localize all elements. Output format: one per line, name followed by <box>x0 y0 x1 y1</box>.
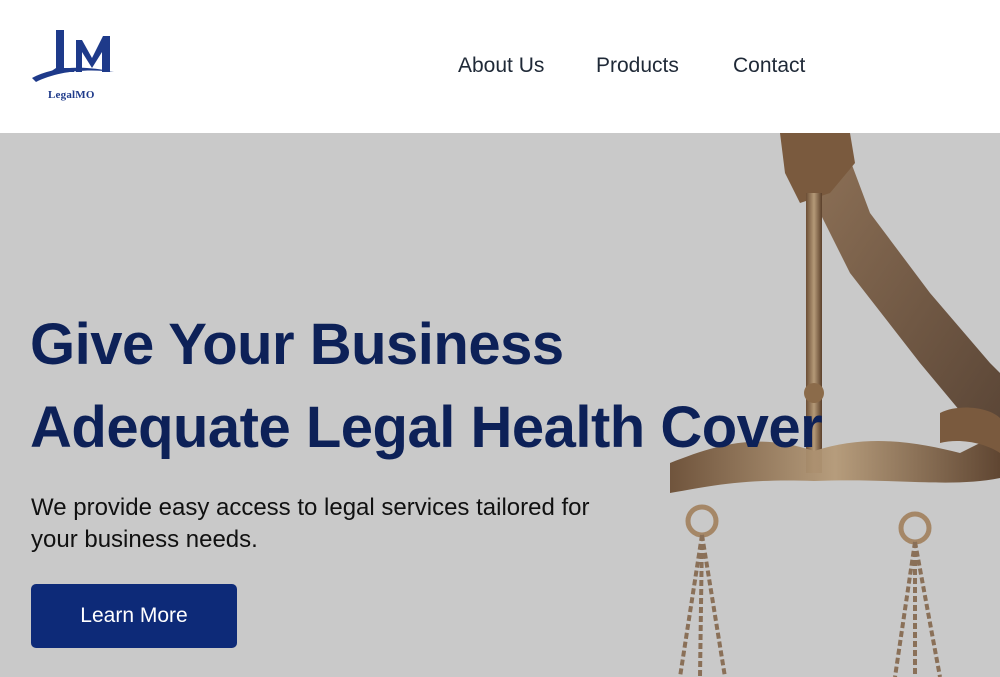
hero-subtitle-line-1: We provide easy access to legal services… <box>31 494 590 521</box>
hero-title-line-1: Give Your Business <box>30 312 564 377</box>
site-header: LegalMO About Us Products Contact <box>0 0 1000 133</box>
main-nav: About Us Products Contact <box>0 52 1000 82</box>
hero-title: Give Your Business Adequate Legal Health… <box>30 303 930 469</box>
nav-products[interactable]: Products <box>596 52 679 80</box>
hero-title-line-2: Adequate Legal Health Cover <box>30 395 823 460</box>
nav-contact[interactable]: Contact <box>733 52 805 80</box>
hero-section: Give Your Business Adequate Legal Health… <box>0 133 1000 677</box>
hero-subtitle-line-2: your business needs. <box>31 526 258 553</box>
nav-about-us[interactable]: About Us <box>458 52 544 80</box>
learn-more-button[interactable]: Learn More <box>31 584 237 648</box>
hero-subtitle: We provide easy access to legal services… <box>31 492 711 556</box>
logo-text: LegalMO <box>48 89 95 101</box>
